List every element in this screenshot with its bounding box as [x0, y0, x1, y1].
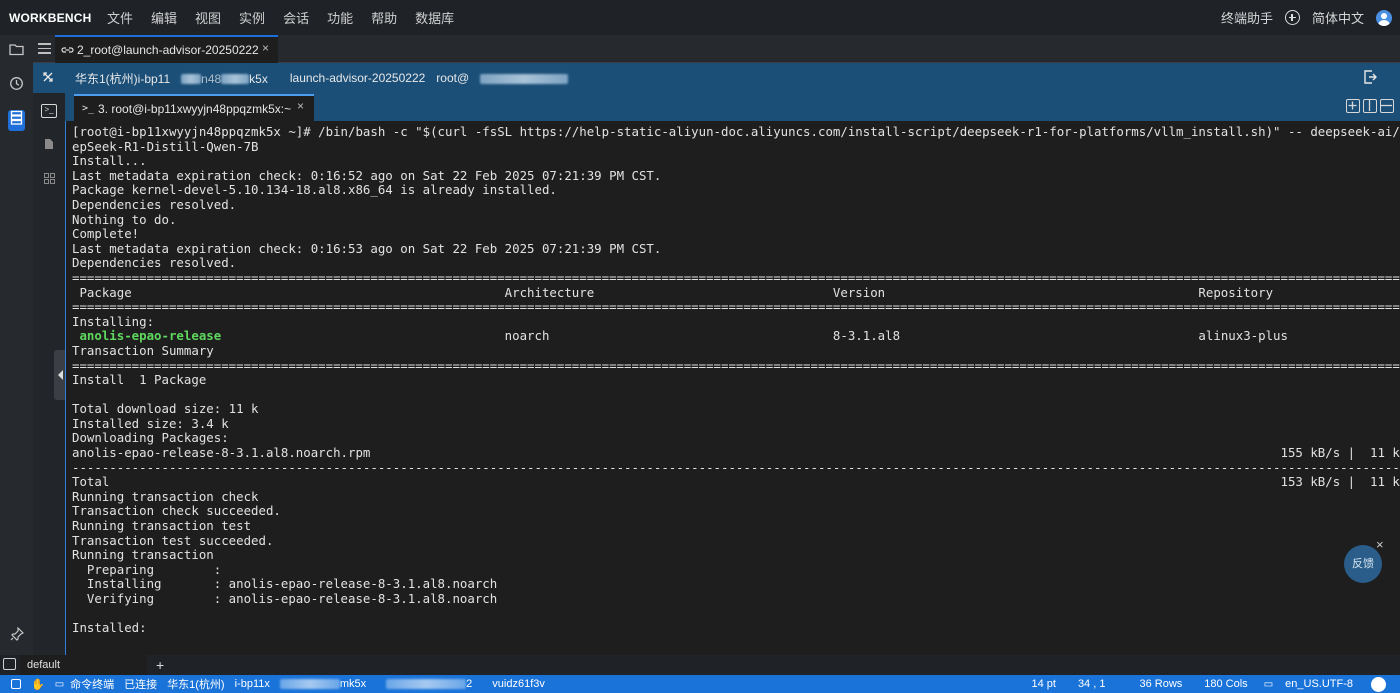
add-circle-icon[interactable] — [1284, 10, 1300, 25]
host-region-instance: 华东1(杭州)i-bp11 n48 k5x — [75, 70, 279, 87]
language-selector[interactable]: 简体中文 — [1312, 8, 1364, 27]
close-icon[interactable]: × — [1376, 537, 1384, 552]
link-icon — [61, 47, 74, 53]
menu-edit[interactable]: 编辑 — [142, 8, 186, 27]
menu-toggle-icon[interactable] — [38, 43, 51, 54]
pin-icon[interactable] — [8, 626, 25, 644]
history-icon[interactable] — [8, 76, 25, 93]
top-menu-bar: WORKBENCH 文件 编辑 视图 实例 会话 功能 帮助 数据库 终端助手 … — [0, 0, 1400, 35]
host-user-label: root@ — [436, 71, 470, 85]
app-brand: WORKBENCH — [9, 10, 92, 25]
status-id-tail: 2 — [466, 678, 473, 690]
status-region: 华东1(杭州) — [167, 679, 225, 691]
terminal-lines-after: Transaction Summary ====================… — [72, 342, 1400, 636]
status-bar: ✋ ▭ 命令终端 已连接 华东1(杭州) i-bp11x mk5x 2 vuidz… — [0, 675, 1400, 693]
sessions-list-icon[interactable] — [8, 110, 25, 131]
status-mode: 命令终端 — [70, 679, 115, 691]
status-right: 14 pt 34 , 1 36 Rows 180 Cols ▭ en_US.UT… — [1019, 675, 1396, 693]
prompt-icon: >_ — [82, 103, 95, 114]
host-instance-suffix: k5x — [249, 71, 268, 86]
terminal-text: [root@i-bp11xwyyjn48ppqzmk5x ~]# /bin/ba… — [66, 121, 1400, 636]
chat-bubble-icon[interactable] — [1371, 676, 1386, 692]
redacted — [181, 74, 202, 85]
terminal-tab-row: >_ 3. root@i-bp11xwyyjn48ppqzmk5x:~ × — [65, 93, 1400, 121]
terminal-tab-label: 3. root@i-bp11xwyyjn48ppqzmk5x:~ — [98, 101, 292, 116]
status-instance-suffix: mk5x — [339, 678, 367, 690]
redacted — [279, 679, 340, 690]
terminal-output[interactable]: [root@i-bp11xwyyjn48ppqzmk5x ~]# /bin/ba… — [65, 121, 1400, 655]
window-icon[interactable] — [11, 679, 21, 689]
menu-help[interactable]: 帮助 — [362, 8, 406, 27]
status-rows: 36 Rows — [1139, 678, 1183, 690]
grid-icon[interactable] — [42, 173, 56, 187]
session-tab-label: 2_root@launch-advisor-20250222 — [77, 43, 259, 57]
session-tab[interactable]: 2_root@launch-advisor-20250222 × — [55, 35, 278, 63]
installing-package-name: anolis-epao-release — [72, 328, 222, 344]
menu-file[interactable]: 文件 — [98, 8, 142, 27]
terminal-lines-before: [root@i-bp11xwyyjn48ppqzmk5x ~]# /bin/ba… — [72, 124, 1400, 329]
user-avatar-icon[interactable] — [1376, 9, 1392, 26]
installing-package-details: noarch 8-3.1.al8 alinux3-plus 11 k — [221, 328, 1400, 344]
file-icon[interactable] — [42, 138, 56, 152]
close-icon[interactable]: × — [297, 99, 304, 113]
top-right-actions: 终端助手 简体中文 — [1221, 0, 1392, 35]
hand-icon[interactable]: ✋ — [31, 678, 45, 691]
status-instance: i-bp11x mk5x — [235, 678, 377, 690]
bottom-tab-bar: default + — [0, 655, 1400, 675]
host-instance-name: launch-advisor-20250222 — [289, 71, 426, 85]
status-cursor-pos: 34 , 1 — [1077, 678, 1106, 690]
activity-bar — [0, 35, 33, 655]
host-region: 华东1(杭州)i-bp11 — [75, 71, 171, 86]
split-tools — [1346, 99, 1394, 113]
encoding-icon: ▭ — [1263, 678, 1274, 690]
tab-default[interactable]: default — [20, 655, 147, 675]
menu-features[interactable]: 功能 — [318, 8, 362, 27]
terminal-icon[interactable]: >_ — [41, 104, 57, 118]
menu-session[interactable]: 会话 — [274, 8, 318, 27]
folder-icon[interactable] — [8, 42, 25, 59]
expand-icon[interactable] — [42, 71, 64, 86]
terminal-assistant-button[interactable]: 终端助手 — [1221, 8, 1273, 27]
exit-icon[interactable] — [1363, 69, 1377, 87]
new-split-icon[interactable] — [1346, 99, 1360, 113]
close-icon[interactable]: × — [262, 41, 269, 55]
split-horizontal-icon[interactable] — [1380, 99, 1394, 113]
terminal-tab[interactable]: >_ 3. root@i-bp11xwyyjn48ppqzmk5x:~ × — [74, 94, 314, 121]
add-tab-button[interactable]: + — [156, 657, 164, 673]
redacted — [386, 679, 467, 690]
status-cols: 180 Cols — [1204, 678, 1248, 690]
terminal-icon[interactable] — [3, 658, 16, 670]
menu-instance[interactable]: 实例 — [230, 8, 274, 27]
redacted — [480, 73, 569, 84]
menu-view[interactable]: 视图 — [186, 8, 230, 27]
host-instance-mid: n48 — [201, 71, 222, 86]
redacted — [221, 74, 250, 85]
terminal-mode-icon: ▭ — [54, 678, 65, 690]
status-font-size[interactable]: 14 pt — [1031, 678, 1055, 690]
status-session-id: vuidz61f3v — [492, 678, 545, 690]
session-tab-row: 2_root@launch-advisor-20250222 × — [33, 35, 1400, 63]
split-vertical-icon[interactable] — [1363, 99, 1377, 113]
status-connection: 已连接 — [124, 679, 158, 691]
status-id: 2 — [386, 678, 482, 690]
status-encoding[interactable]: en_US.UTF-8 — [1285, 678, 1353, 690]
host-user: root@ — [436, 71, 569, 85]
status-instance-prefix: i-bp11x — [234, 678, 270, 690]
main-menu: 文件 编辑 视图 实例 会话 功能 帮助 数据库 — [98, 8, 463, 27]
host-info-bar: 华东1(杭州)i-bp11 n48 k5x launch-advisor-20250… — [33, 63, 1400, 93]
menu-database[interactable]: 数据库 — [406, 8, 463, 27]
